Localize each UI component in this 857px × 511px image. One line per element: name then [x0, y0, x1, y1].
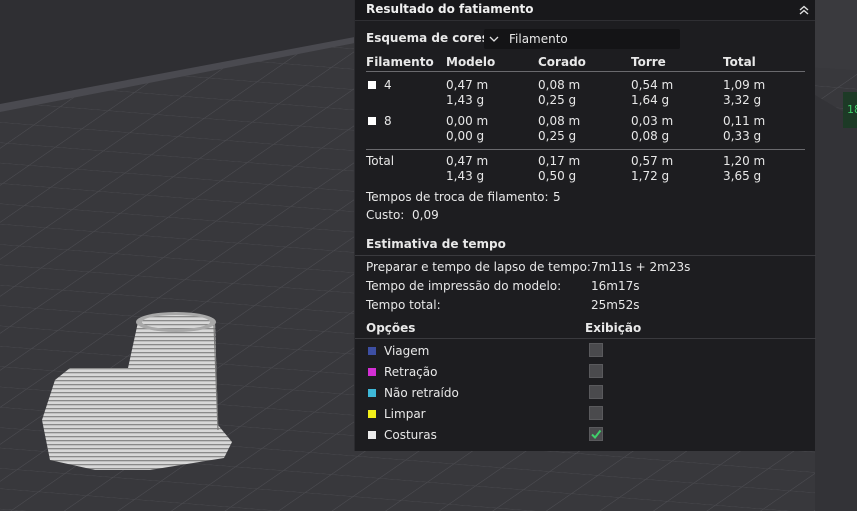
wipe-color-swatch: [368, 410, 376, 418]
cell: 3,32 g: [723, 93, 762, 107]
panel-header[interactable]: Resultado do fatiamento: [355, 0, 815, 21]
filament-4-swatch: [368, 81, 376, 89]
cell: 0,33 g: [723, 129, 762, 143]
cell: 0,00 g: [446, 129, 485, 143]
seams-visibility-checkbox[interactable]: [589, 427, 603, 441]
retraction-color-swatch: [368, 368, 376, 376]
option-label: Viagem: [384, 344, 430, 358]
option-label: Limpar: [384, 407, 426, 421]
cell: 0,08 m: [538, 114, 581, 128]
col-colored: Corado: [538, 55, 586, 69]
total-divider: [366, 149, 805, 150]
travel-visibility-checkbox[interactable]: [589, 343, 603, 357]
time-value: 7m11s + 2m23s: [591, 260, 691, 274]
filament-id: 4: [384, 78, 392, 92]
filament-id: 8: [384, 114, 392, 128]
cell: 0,50 g: [538, 169, 577, 183]
color-scheme-dropdown[interactable]: Filamento: [484, 29, 680, 49]
option-label: Costuras: [384, 428, 437, 442]
cell: 0,54 m: [631, 78, 674, 92]
options-label: Opções: [366, 321, 416, 335]
col-tower: Torre: [631, 55, 666, 69]
check-icon: [591, 429, 602, 440]
cell: 0,08 g: [631, 129, 670, 143]
panel-title: Resultado do fatiamento: [366, 2, 534, 16]
col-model: Modelo: [446, 55, 496, 69]
cell: 1,20 m: [723, 154, 766, 168]
header-divider: [366, 71, 805, 72]
time-label: Preparar e tempo de lapso de tempo:: [366, 260, 591, 274]
filament-8-swatch: [368, 117, 376, 125]
cell: 0,25 g: [538, 93, 577, 107]
filament-changes-value: 5: [553, 190, 561, 204]
cell: 1,64 g: [631, 93, 670, 107]
cell: 1,09 m: [723, 78, 766, 92]
cell: 0,00 m: [446, 114, 489, 128]
option-label: Não retraído: [384, 386, 459, 400]
cell: 1,72 g: [631, 169, 670, 183]
slicing-result-panel: Resultado do fatiamento Esquema de cores…: [354, 0, 816, 451]
unretract-color-swatch: [368, 389, 376, 397]
cell: 0,08 m: [538, 78, 581, 92]
cell: 0,47 m: [446, 78, 489, 92]
cell: 3,65 g: [723, 169, 762, 183]
cell: 0,11 m: [723, 114, 766, 128]
total-label: Total: [366, 154, 395, 168]
color-scheme-value: Filamento: [509, 32, 568, 46]
time-value: 25m52s: [591, 298, 640, 312]
time-value: 16m17s: [591, 279, 640, 293]
cell: 1,43 g: [446, 169, 485, 183]
filament-changes-label: Tempos de troca de filamento:: [366, 190, 549, 204]
collapse-icon[interactable]: [797, 3, 811, 17]
options-divider: [355, 338, 816, 339]
cell: 0,25 g: [538, 129, 577, 143]
time-divider: [355, 255, 816, 256]
travel-color-swatch: [368, 347, 376, 355]
time-label: Tempo de impressão do modelo:: [366, 279, 562, 293]
retraction-visibility-checkbox[interactable]: [589, 364, 603, 378]
cell: 0,17 m: [538, 154, 581, 168]
time-label: Tempo total:: [366, 298, 441, 312]
cell: 0,47 m: [446, 154, 489, 168]
color-scheme-label: Esquema de cores: [366, 31, 489, 45]
wipe-visibility-checkbox[interactable]: [589, 406, 603, 420]
option-label: Retração: [384, 365, 438, 379]
display-label: Exibição: [585, 321, 642, 335]
chevron-down-icon: [489, 36, 499, 42]
cell: 0,03 m: [631, 114, 674, 128]
col-total: Total: [723, 55, 756, 69]
cost-value: 0,09: [412, 208, 439, 222]
seams-color-swatch: [368, 431, 376, 439]
unretract-visibility-checkbox[interactable]: [589, 385, 603, 399]
cost-label: Custo:: [366, 208, 405, 222]
cell: 0,57 m: [631, 154, 674, 168]
time-section-title: Estimativa de tempo: [366, 237, 506, 251]
side-indicator: 18: [843, 92, 857, 128]
col-filament: Filamento: [366, 55, 434, 69]
cell: 1,43 g: [446, 93, 485, 107]
